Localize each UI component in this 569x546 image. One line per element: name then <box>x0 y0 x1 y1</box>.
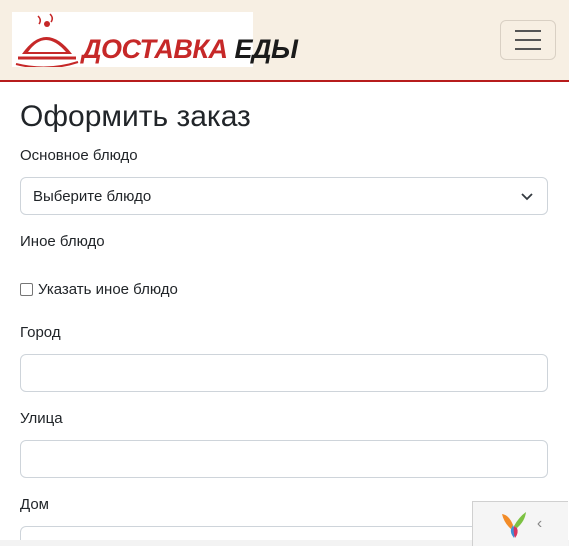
main-dish-select-value: Выберите блюдо <box>33 187 152 205</box>
yii-logo-icon <box>501 512 526 538</box>
site-logo[interactable]: ДОСТАВКА ЕДЫ <box>12 12 298 67</box>
city-label: Город <box>20 324 61 341</box>
other-dish-checkbox-label[interactable]: Указать иное блюдо <box>38 281 178 298</box>
main-dish-label: Основное блюдо <box>20 147 138 164</box>
street-label: Улица <box>20 410 63 427</box>
main-dish-select[interactable]: Выберите блюдо <box>20 177 548 215</box>
city-input[interactable] <box>20 354 548 392</box>
chevron-left-icon[interactable]: ‹ <box>537 515 542 533</box>
logo-text: ДОСТАВКА ЕДЫ <box>82 34 298 64</box>
other-dish-checkbox[interactable] <box>20 283 33 296</box>
menu-toggle-button[interactable] <box>500 20 556 60</box>
hamburger-icon-line <box>515 48 541 50</box>
cloche-icon <box>15 13 79 67</box>
hamburger-icon-line <box>515 39 541 41</box>
page-title: Оформить заказ <box>20 100 251 133</box>
hamburger-icon-line <box>515 30 541 32</box>
other-dish-checkbox-row: Указать иное блюдо <box>20 281 178 298</box>
debug-toolbar[interactable]: ‹ <box>472 501 568 546</box>
street-input[interactable] <box>20 440 548 478</box>
chevron-down-icon <box>521 193 533 201</box>
navbar: ДОСТАВКА ЕДЫ <box>0 0 569 82</box>
other-dish-label: Иное блюдо <box>20 233 105 250</box>
house-label: Дом <box>20 496 49 513</box>
